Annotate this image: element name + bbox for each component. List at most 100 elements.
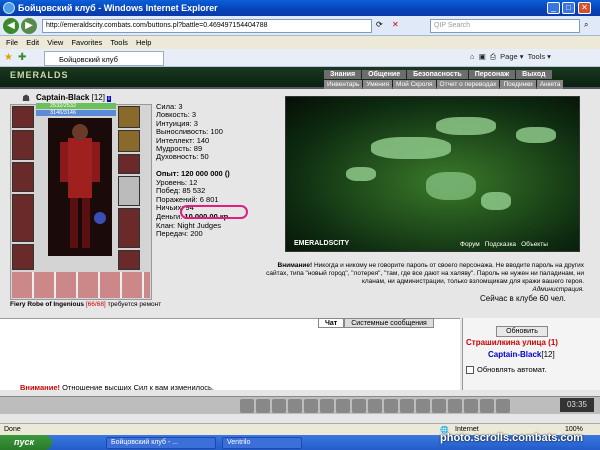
info-icon[interactable]: i: [107, 96, 111, 102]
menu-edit[interactable]: Edit: [26, 36, 39, 47]
game-toolbar: [0, 396, 600, 414]
toolbar-icon[interactable]: [496, 399, 510, 413]
helmet-slot[interactable]: [12, 106, 34, 128]
print-icon[interactable]: ⎙: [490, 52, 496, 61]
nav-fights[interactable]: Поединки: [500, 80, 536, 89]
nav-skills[interactable]: Умения: [363, 80, 393, 89]
search-icon[interactable]: ⌕: [584, 20, 588, 30]
security-warning: Внимание! Никогда и никому не говорите п…: [266, 262, 584, 293]
forward-button[interactable]: ▶: [21, 18, 37, 34]
player-entry[interactable]: Captain-Black[12]: [488, 350, 555, 359]
home-icon[interactable]: ⌂: [470, 52, 475, 61]
ie-icon: [3, 2, 15, 14]
forum-link[interactable]: Форум: [460, 241, 480, 248]
toolbar-icon[interactable]: [368, 399, 382, 413]
nav-knowledge[interactable]: Знания: [324, 70, 362, 79]
nav-character[interactable]: Персонаж: [468, 70, 516, 79]
favorites-bar: ★ ✚ Бойцовский клуб ⌂ ▣ ⎙ Page ▾ Tools ▾: [0, 49, 600, 67]
toolbar-icon[interactable]: [240, 399, 254, 413]
shield-slot[interactable]: [118, 208, 140, 248]
money-highlight: [180, 205, 248, 219]
objects-link[interactable]: Объекты: [521, 241, 548, 248]
tab-chat[interactable]: Чат: [318, 318, 345, 328]
auto-refresh-checkbox[interactable]: Обновлять автомат.: [466, 365, 546, 375]
nav-scroll[interactable]: Мой Скроля: [393, 80, 436, 89]
window-title: Бойцовский клуб - Windows Internet Explo…: [0, 0, 600, 16]
refresh-button[interactable]: Обновить: [496, 326, 548, 337]
gloves-slot[interactable]: [118, 154, 140, 174]
menu-favorites[interactable]: Favorites: [71, 36, 102, 47]
browser-tab[interactable]: Бойцовский клуб: [44, 51, 164, 66]
weapon-slot[interactable]: [12, 162, 34, 192]
sub-nav: Инвентарь Умения Мой Скроля Отчет о перевод…: [324, 80, 592, 89]
favorites-star-icon[interactable]: ★: [4, 52, 13, 63]
address-bar: ◀ ▶ http://emeraldscity.combats.com/butt…: [0, 16, 600, 36]
user-icon: ☗: [22, 93, 31, 103]
add-favorite-icon[interactable]: ✚: [18, 52, 26, 63]
nav-security[interactable]: Безопасность: [407, 70, 468, 79]
menu-view[interactable]: View: [47, 36, 63, 47]
online-count: Сейчас в клубе 60 чел.: [480, 294, 566, 303]
toolbar-icon[interactable]: [384, 399, 398, 413]
nav-transfers[interactable]: Отчет о переводах: [436, 80, 500, 89]
toolbar-icon[interactable]: [432, 399, 446, 413]
nav-inventory[interactable]: Инвентарь: [324, 80, 363, 89]
inventory-slots[interactable]: [12, 272, 150, 298]
tools-menu[interactable]: Tools: [528, 52, 546, 61]
chat-message: Внимание! Отношение высших Сил к вам изм…: [20, 383, 215, 392]
task-ventrilo[interactable]: Ventrilo: [222, 437, 302, 449]
toolbar-icon[interactable]: [272, 399, 286, 413]
stop-icon[interactable]: ✕: [392, 20, 399, 29]
toolbar-icon[interactable]: [400, 399, 414, 413]
menu-file[interactable]: File: [6, 36, 18, 47]
command-bar: ⌂ ▣ ⎙ Page ▾ Tools ▾: [470, 52, 551, 61]
start-button[interactable]: пуск: [0, 435, 52, 450]
ring-slot[interactable]: [118, 130, 140, 152]
toolbar-icon[interactable]: [288, 399, 302, 413]
city-scene[interactable]: [285, 96, 580, 252]
armor-slot[interactable]: [12, 194, 34, 242]
refresh-icon[interactable]: ⟳: [376, 20, 383, 29]
nav-communication[interactable]: Общение: [362, 70, 407, 79]
toolbar-icon[interactable]: [256, 399, 270, 413]
character-avatar: [48, 118, 112, 256]
toolbar-icon[interactable]: [352, 399, 366, 413]
hint-link[interactable]: Подсказка: [485, 241, 516, 248]
scene-name: EMERALDSCITY: [294, 240, 350, 247]
menu-tools[interactable]: Tools: [110, 36, 128, 47]
boots-slot[interactable]: [118, 250, 140, 270]
nav-exit[interactable]: Выход: [516, 70, 552, 79]
toolbar-icon[interactable]: [448, 399, 462, 413]
url-input[interactable]: http://emeraldscity.combats.com/buttons.…: [42, 19, 372, 33]
toolbar-icon[interactable]: [416, 399, 430, 413]
task-ie[interactable]: Бойцовский клуб - ...: [106, 437, 216, 449]
toolbar-icon[interactable]: [336, 399, 350, 413]
menu-bar: File Edit View Favorites Tools Help: [0, 36, 600, 49]
menu-help[interactable]: Help: [136, 36, 151, 47]
mp-bar: 3146/3146: [36, 110, 116, 116]
location-name: Страшилкина улица (1): [466, 338, 558, 347]
site-logo: EMERALDS: [10, 70, 69, 80]
maximize-button[interactable]: □: [562, 2, 575, 14]
close-button[interactable]: ✕: [578, 2, 591, 14]
belt-slot[interactable]: [12, 244, 34, 270]
character-name: Captain-Black [12] i: [36, 93, 111, 102]
page-menu[interactable]: Page: [500, 52, 518, 61]
earring-slot[interactable]: [118, 106, 140, 128]
amulet-slot[interactable]: [12, 130, 34, 160]
feeds-icon[interactable]: ▣: [479, 52, 486, 61]
toolbar-icon[interactable]: [480, 399, 494, 413]
search-input[interactable]: QIP Search: [430, 19, 580, 33]
toolbar-icon[interactable]: [320, 399, 334, 413]
watermark: photo.scrolls.combats.com: [440, 432, 584, 444]
toolbar-icon[interactable]: [304, 399, 318, 413]
minimize-button[interactable]: _: [547, 2, 560, 14]
game-clock: 03:35: [560, 398, 594, 412]
back-button[interactable]: ◀: [3, 18, 19, 34]
toolbar-icon[interactable]: [464, 399, 478, 413]
nav-profile[interactable]: Анкета: [536, 80, 564, 89]
tab-system[interactable]: Системные сообщения: [344, 318, 434, 328]
hp-bar: 2532/2532: [36, 103, 116, 109]
main-nav: Знания Общение Безопасность Персонаж Выход: [324, 70, 592, 79]
empty-slot[interactable]: [118, 176, 140, 206]
